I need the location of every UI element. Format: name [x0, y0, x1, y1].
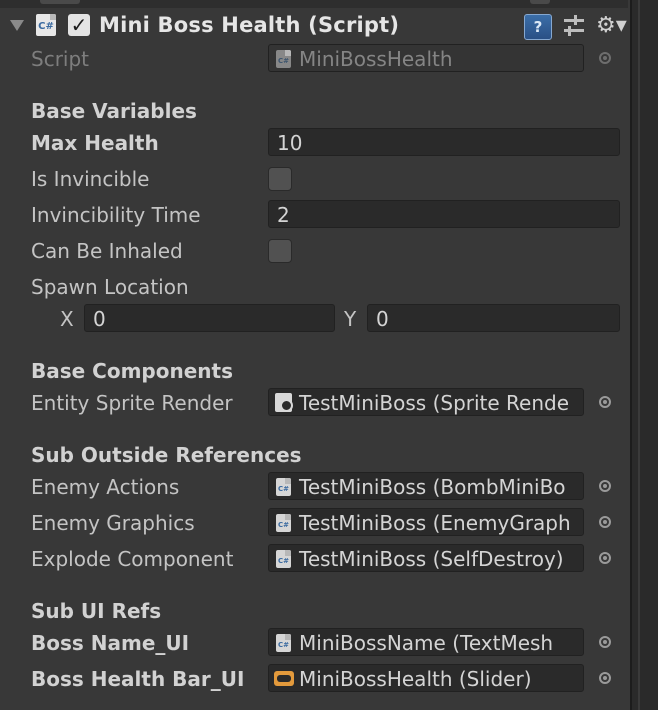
object-picker-icon[interactable] [599, 672, 611, 684]
explode-component-label: Explode Component [31, 547, 234, 571]
object-picker-icon[interactable] [599, 636, 611, 648]
boss-name-ui-label: Boss Name_UI [31, 631, 190, 655]
object-picker-icon[interactable] [599, 480, 611, 492]
entity-sprite-render-label: Entity Sprite Render [31, 391, 233, 415]
previous-component-strip [0, 0, 628, 8]
section-base-components: Base Components [31, 359, 233, 383]
spawn-x-label: X [60, 307, 74, 331]
enemy-graphics-field[interactable]: C# TestMiniBoss (EnemyGraph [268, 508, 584, 536]
enemy-actions-field[interactable]: C# TestMiniBoss (BombMiniBo [268, 472, 584, 500]
enemy-actions-label: Enemy Actions [31, 475, 180, 499]
section-sub-ui-refs: Sub UI Refs [31, 599, 162, 623]
help-icon[interactable]: ? [524, 14, 552, 40]
script-label: Script [31, 47, 90, 71]
can-be-inhaled-row: Can Be Inhaled [0, 234, 628, 268]
max-health-input[interactable]: 10 [268, 128, 620, 156]
enemy-actions-row: Enemy Actions C# TestMiniBoss (BombMiniB… [0, 470, 628, 504]
invincibility-time-row: Invincibility Time 2 [0, 198, 628, 232]
boss-health-bar-ui-field[interactable]: MiniBossHealth (Slider) [268, 664, 584, 692]
csharp-script-icon: C# [276, 50, 291, 68]
sprite-renderer-icon [275, 393, 293, 412]
is-invincible-row: Is Invincible [0, 162, 628, 196]
boss-name-ui-value: MiniBossName (TextMesh [299, 631, 554, 655]
max-health-label: Max Health [31, 131, 159, 155]
boss-name-ui-row: Boss Name_UI C# MiniBossName (TextMesh [0, 626, 628, 660]
spawn-x-input[interactable]: 0 [84, 304, 335, 332]
script-value: MiniBossHealth [299, 47, 453, 71]
foldout-arrow-icon[interactable] [10, 20, 24, 31]
enemy-graphics-label: Enemy Graphics [31, 511, 195, 535]
can-be-inhaled-label: Can Be Inhaled [31, 239, 183, 263]
explode-component-row: Explode Component C# TestMiniBoss (SelfD… [0, 542, 628, 576]
presets-icon[interactable] [562, 14, 586, 38]
object-picker-icon [599, 52, 611, 64]
slider-icon [274, 671, 294, 686]
object-picker-icon[interactable] [599, 516, 611, 528]
csharp-script-icon: C# [276, 550, 291, 568]
boss-health-bar-ui-label: Boss Health Bar_UI [31, 667, 245, 691]
panel-scrollbar-edge[interactable] [630, 0, 658, 710]
script-field: C# MiniBossHealth [268, 44, 584, 72]
explode-component-value: TestMiniBoss (SelfDestroy) [299, 547, 564, 571]
spawn-location-xy-row: X 0 Y 0 [0, 302, 628, 336]
spawn-location-label: Spawn Location [31, 275, 189, 299]
component-enabled-checkbox[interactable]: ✓ [68, 14, 90, 36]
enemy-actions-value: TestMiniBoss (BombMiniBo [299, 475, 566, 499]
enemy-graphics-row: Enemy Graphics C# TestMiniBoss (EnemyGra… [0, 506, 628, 540]
invincibility-time-input[interactable]: 2 [268, 200, 620, 228]
gear-icon[interactable]: ⚙▾ [596, 14, 627, 40]
spawn-y-label: Y [344, 307, 357, 331]
csharp-script-icon: C# [276, 514, 291, 532]
script-row: Script C# MiniBossHealth [0, 42, 628, 76]
component-title: Mini Boss Health (Script) [99, 13, 400, 37]
object-picker-icon[interactable] [599, 552, 611, 564]
component-header[interactable]: C# ✓ Mini Boss Health (Script) ? ⚙▾ [0, 8, 628, 46]
can-be-inhaled-checkbox[interactable] [268, 239, 292, 263]
section-base-variables: Base Variables [31, 99, 197, 123]
boss-health-bar-ui-value: MiniBossHealth (Slider) [299, 667, 532, 691]
object-picker-icon[interactable] [599, 396, 611, 408]
entity-sprite-render-row: Entity Sprite Render TestMiniBoss (Sprit… [0, 386, 628, 420]
boss-name-ui-field[interactable]: C# MiniBossName (TextMesh [268, 628, 584, 656]
csharp-script-icon: C# [276, 634, 291, 652]
enemy-graphics-value: TestMiniBoss (EnemyGraph [299, 511, 571, 535]
spawn-location-row: Spawn Location [0, 270, 628, 304]
entity-sprite-render-field[interactable]: TestMiniBoss (Sprite Rende [268, 388, 584, 416]
boss-health-bar-ui-row: Boss Health Bar_UI MiniBossHealth (Slide… [0, 662, 628, 696]
max-health-row: Max Health 10 [0, 126, 628, 160]
inspector-panel: C# ✓ Mini Boss Health (Script) ? ⚙▾ Scri… [0, 0, 658, 710]
entity-sprite-render-value: TestMiniBoss (Sprite Rende [299, 391, 570, 415]
spawn-y-input[interactable]: 0 [367, 304, 620, 332]
csharp-script-icon: C# [276, 478, 291, 496]
is-invincible-label: Is Invincible [31, 167, 150, 191]
explode-component-field[interactable]: C# TestMiniBoss (SelfDestroy) [268, 544, 584, 572]
section-sub-outside-references: Sub Outside References [31, 443, 302, 467]
is-invincible-checkbox[interactable] [268, 167, 292, 191]
invincibility-time-label: Invincibility Time [31, 203, 201, 227]
csharp-script-icon: C# [36, 14, 56, 36]
